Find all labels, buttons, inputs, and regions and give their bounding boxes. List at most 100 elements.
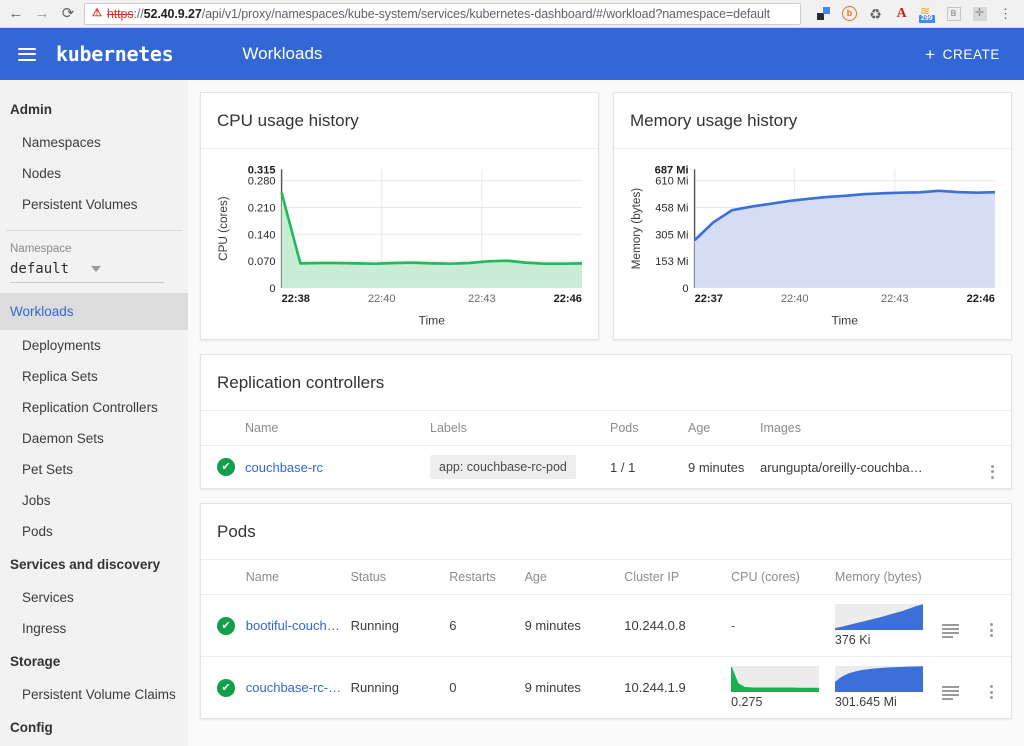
sidebar-item-pet-sets[interactable]: Pet Sets — [0, 454, 188, 485]
main-content: CPU usage history 0 0.070 0.140 0.210 0.280 0… — [188, 80, 1024, 746]
row-status-text-cell: Running — [350, 680, 399, 695]
overflow-menu-icon[interactable] — [990, 464, 994, 479]
svg-text:0.210: 0.210 — [248, 202, 276, 214]
forward-icon[interactable]: → — [32, 4, 52, 24]
puzzle-extension-icon[interactable]: ✛ — [971, 5, 988, 22]
column-name[interactable]: Name — [245, 411, 430, 446]
sidebar-item-pods[interactable]: Pods — [0, 516, 188, 547]
svg-text:458 Mi: 458 Mi — [655, 202, 688, 214]
column-name[interactable]: Name — [245, 560, 351, 595]
column-images[interactable]: Images — [760, 411, 977, 446]
reload-icon[interactable]: ⟳ — [58, 4, 78, 24]
table-row[interactable]: ✔ couchbase-rc app: couchbase-rc-pod 1 /… — [201, 446, 1011, 489]
back-icon[interactable]: ← — [6, 4, 26, 24]
row-restarts-cell: 6 — [449, 594, 525, 657]
column-age[interactable]: Age — [524, 560, 625, 595]
column-status — [201, 560, 246, 595]
address-bar[interactable]: ⚠ https://52.40.9.27/api/v1/proxy/namesp… — [84, 2, 801, 25]
column-labels[interactable]: Labels — [430, 411, 610, 446]
font-extension-icon[interactable]: A — [893, 5, 910, 22]
overflow-menu-icon[interactable] — [990, 685, 994, 699]
row-name-cell: bootiful-couch… — [245, 594, 351, 657]
url-host: 52.40.9.27 — [143, 6, 202, 21]
browser-menu-icon[interactable]: ⋮ — [997, 5, 1014, 22]
row-pods-cell: 1 / 1 — [610, 459, 636, 475]
sidebar-item-jobs[interactable]: Jobs — [0, 485, 188, 516]
hamburger-icon[interactable] — [18, 47, 36, 61]
column-pods[interactable]: Pods — [610, 411, 688, 446]
column-restarts[interactable]: Restarts — [449, 560, 525, 595]
column-cluster-ip[interactable]: Cluster IP — [624, 560, 732, 595]
table-row[interactable]: ✔ couchbase-rc-… Running 0 9 minutes 10.… — [201, 657, 1011, 719]
row-cluster-ip-cell: 10.244.1.9 — [624, 680, 686, 695]
table-header: Name Labels Pods Age Images — [201, 411, 1011, 446]
cpu-value: - — [731, 618, 736, 633]
cpu-sparkline-wrap: 0.275 — [731, 666, 820, 709]
create-button[interactable]: + CREATE — [917, 39, 1008, 70]
rss-feed-extension-icon[interactable]: ≋ 299 — [919, 5, 936, 23]
svg-text:Time: Time — [419, 314, 446, 328]
column-memory[interactable]: Memory (bytes) — [834, 560, 942, 595]
memory-value: 301.645 Mi — [834, 695, 897, 709]
url-path: /api/v1/proxy/namespaces/kube-system/ser… — [201, 6, 770, 21]
url-text: https://52.40.9.27/api/v1/proxy/namespac… — [107, 7, 770, 21]
replication-controllers-table: Name Labels Pods Age Images ✔ couchbase-… — [201, 411, 1011, 488]
sidebar-group-config: Config — [10, 720, 53, 735]
sidebar-item-workloads[interactable]: Workloads — [0, 293, 188, 330]
column-cpu[interactable]: CPU (cores) — [731, 560, 835, 595]
squares-extension-icon[interactable] — [815, 5, 832, 22]
url-scheme: https — [106, 6, 134, 21]
overflow-menu-icon[interactable] — [990, 623, 994, 637]
sidebar-item-persistent-volumes[interactable]: Persistent Volumes — [0, 189, 188, 220]
row-status-cell: ✔ — [201, 594, 246, 657]
sidebar-item-persistent-volume-claims[interactable]: Persistent Volume Claims — [0, 679, 188, 710]
row-age-cell: 9 minutes — [524, 594, 625, 657]
cpu-usage-card: CPU usage history 0 0.070 0.140 0.210 0.280 0… — [200, 92, 599, 340]
box-extension-icon[interactable]: B — [945, 5, 962, 22]
pod-link[interactable]: couchbase-rc-… — [246, 680, 341, 695]
check-circle-icon: ✔ — [217, 678, 235, 697]
chevron-down-icon — [91, 266, 102, 272]
svg-text:0.140: 0.140 — [248, 229, 276, 241]
svg-text:153 Mi: 153 Mi — [655, 256, 688, 268]
column-status-text[interactable]: Status — [350, 560, 450, 595]
create-button-label: CREATE — [942, 46, 1000, 62]
row-age-cell: 9 minutes — [524, 680, 581, 695]
sidebar-item-replication-controllers[interactable]: Replication Controllers — [0, 392, 188, 423]
namespace-select[interactable]: default — [10, 261, 164, 283]
pod-link[interactable]: bootiful-couch… — [246, 618, 340, 633]
bitly-extension-icon[interactable]: b — [841, 5, 858, 22]
table-row[interactable]: ✔ bootiful-couch… Running 6 9 minutes 10… — [201, 594, 1011, 657]
replication-controllers-body: ✔ couchbase-rc app: couchbase-rc-pod 1 /… — [201, 446, 1011, 489]
logs-icon[interactable] — [941, 623, 959, 638]
svg-text:Time: Time — [832, 314, 859, 328]
memory-sparkline-wrap: 301.645 Mi — [834, 666, 923, 709]
pods-table-header: Name Status Restarts Age Cluster IP CPU … — [201, 560, 1011, 595]
cpu-usage-title: CPU usage history — [201, 93, 598, 149]
svg-text:0: 0 — [682, 283, 688, 295]
sidebar-item-replica-sets[interactable]: Replica Sets — [0, 361, 188, 392]
cpu-usage-chart: 0 0.070 0.140 0.210 0.280 0.315 22:38 22:40 22:4… — [201, 149, 598, 339]
recycle-extension-icon[interactable]: ♻ — [867, 5, 884, 22]
svg-text:0.070: 0.070 — [248, 256, 276, 268]
sidebar-item-ingress[interactable]: Ingress — [0, 613, 188, 644]
row-logs-cell — [941, 657, 977, 719]
sidebar-item-services[interactable]: Services — [0, 582, 188, 613]
namespace-value: default — [10, 261, 70, 277]
column-age[interactable]: Age — [688, 411, 760, 446]
sidebar-item-deployments[interactable]: Deployments — [0, 330, 188, 361]
svg-text:687 Mi: 687 Mi — [655, 164, 689, 176]
row-name-cell: couchbase-rc-… — [246, 657, 351, 719]
sidebar-item-nodes[interactable]: Nodes — [0, 158, 188, 189]
row-status-cell: ✔ — [201, 446, 245, 489]
sidebar-item-namespaces[interactable]: Namespaces — [0, 127, 188, 158]
url-separator: :// — [133, 6, 144, 21]
logs-icon[interactable] — [941, 685, 959, 700]
replication-controller-link[interactable]: couchbase-rc — [245, 460, 323, 475]
svg-text:0.315: 0.315 — [248, 164, 276, 176]
memory-value: 376 Ki — [834, 633, 871, 647]
extension-toolbar: b ♻ A ≋ 299 B ✛ ⋮ — [807, 5, 1018, 23]
row-status-text-cell: Running — [350, 594, 450, 657]
row-name-cell: couchbase-rc — [245, 446, 430, 489]
sidebar-item-daemon-sets[interactable]: Daemon Sets — [0, 423, 188, 454]
